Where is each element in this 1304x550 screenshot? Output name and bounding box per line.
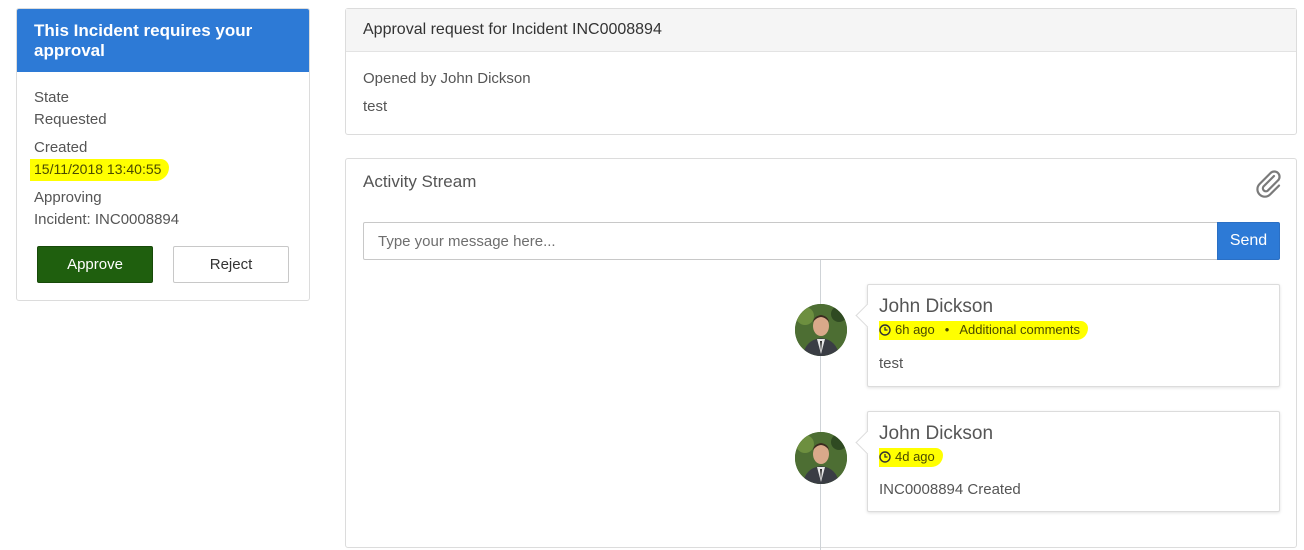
activity-stream: Activity Stream Send John Dickson 6h ago… (345, 158, 1297, 550)
send-button[interactable]: Send (1217, 222, 1280, 260)
entry-author: John Dickson (879, 296, 994, 317)
entry-type: Additional comments (959, 322, 1080, 337)
entry-pointer (855, 303, 880, 328)
clock-icon (879, 450, 891, 463)
request-body: Opened by John Dickson test (346, 52, 1296, 134)
message-input[interactable] (363, 222, 1218, 260)
entry-text: INC0008894 Created (879, 481, 1021, 498)
reject-button[interactable]: Reject (173, 246, 289, 283)
activity-entry: John Dickson 4d ago INC0008894 Created (855, 411, 1280, 512)
state-label: State (34, 89, 70, 106)
created-value: 15/11/2018 13:40:55 (30, 159, 170, 181)
separator-dot: • (944, 322, 950, 337)
opened-by: Opened by John Dickson (363, 70, 531, 87)
entry-pointer (855, 430, 880, 455)
activity-title: Activity Stream (363, 172, 477, 191)
entry-time: 6h ago (895, 322, 935, 337)
entry-text: test (879, 355, 904, 372)
approving-value[interactable]: Incident: INC0008894 (34, 211, 179, 228)
request-description: test (363, 98, 388, 115)
entry-meta: 4d ago (879, 448, 943, 467)
request-card: Approval request for Incident INC0008894… (345, 8, 1297, 135)
entry-time: 4d ago (895, 449, 935, 464)
created-label: Created (34, 139, 88, 156)
request-title: Approval request for Incident INC0008894 (346, 9, 1296, 52)
approving-label: Approving (34, 189, 102, 206)
approval-card: This Incident requires your approval Sta… (16, 8, 310, 301)
entry-author: John Dickson (879, 423, 994, 444)
approval-header: This Incident requires your approval (17, 9, 309, 72)
clock-icon (879, 323, 891, 336)
avatar (795, 432, 847, 484)
created-value-wrap: 15/11/2018 13:40:55 (30, 159, 170, 181)
avatar (795, 304, 847, 356)
activity-entry: John Dickson 6h ago • Additional comment… (855, 284, 1280, 387)
paperclip-icon[interactable] (1252, 167, 1284, 199)
entry-meta: 6h ago • Additional comments (879, 321, 1088, 340)
state-value: Requested (34, 111, 107, 128)
approve-button[interactable]: Approve (37, 246, 153, 283)
